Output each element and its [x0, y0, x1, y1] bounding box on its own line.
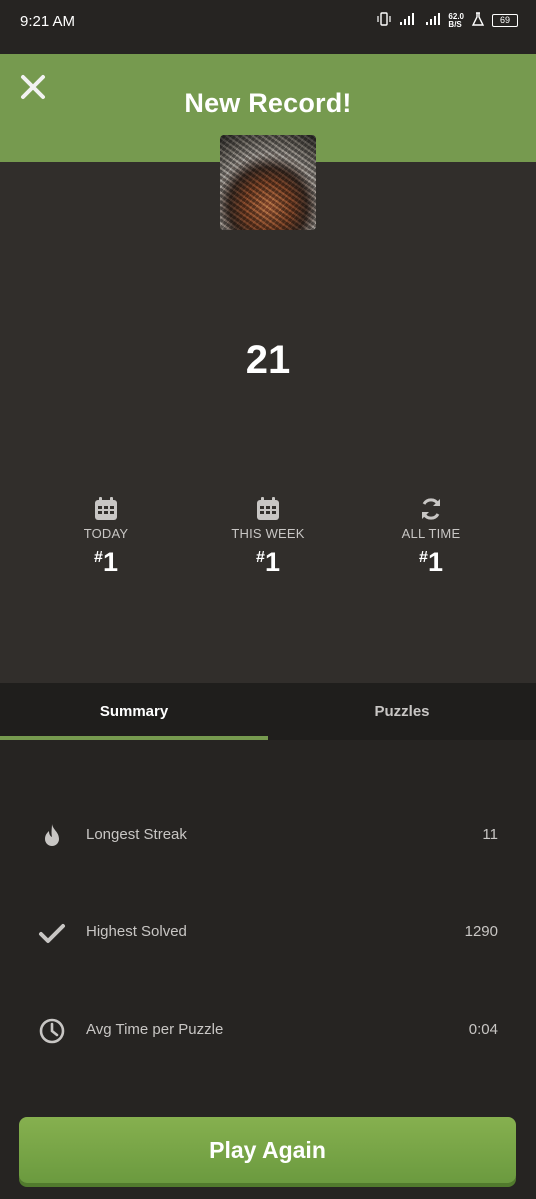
tab-summary[interactable]: Summary	[0, 683, 268, 740]
clock-icon	[39, 1018, 65, 1044]
status-time: 9:21 AM	[20, 13, 76, 30]
tab-puzzles[interactable]: Puzzles	[268, 683, 536, 740]
rank-label: THIS WEEK	[231, 526, 305, 541]
stat-value: 1290	[464, 923, 498, 940]
calendar-icon	[95, 497, 117, 520]
net-speed-unit: B/S	[448, 19, 462, 29]
rank-prefix: #	[94, 549, 103, 566]
rank-label: ALL TIME	[401, 526, 461, 541]
rank-prefix: #	[419, 549, 428, 566]
rank-prefix: #	[256, 549, 265, 566]
flask-icon	[471, 12, 485, 29]
stat-row-avg-time: Avg Time per Puzzle 0:04	[0, 1010, 536, 1050]
refresh-icon	[422, 498, 440, 520]
record-panel	[0, 162, 536, 683]
stat-label: Avg Time per Puzzle	[86, 1021, 224, 1038]
play-again-button[interactable]: Play Again	[19, 1117, 516, 1183]
check-icon	[39, 924, 65, 943]
stat-value: 11	[482, 826, 498, 843]
rank-value: #1	[361, 547, 501, 578]
battery-icon: 69	[492, 14, 518, 27]
tab-bar: Summary Puzzles	[0, 683, 536, 740]
rank-today: TODAY #1	[36, 496, 176, 578]
stat-row-highest-solved: Highest Solved 1290	[0, 912, 536, 952]
rank-value: #1	[198, 547, 338, 578]
net-speed: 62.0 B/S	[448, 12, 464, 29]
page-title: New Record!	[184, 88, 352, 118]
rank-all-time: ALL TIME #1	[361, 496, 501, 578]
status-icons: 62.0 B/S 69	[377, 12, 518, 29]
rank-number: 1	[427, 547, 443, 577]
rank-number: 1	[102, 547, 118, 577]
rank-number: 1	[264, 547, 280, 577]
signal-icon	[398, 12, 418, 29]
stat-value: 0:04	[468, 1021, 498, 1038]
avatar	[220, 135, 316, 230]
flame-icon	[45, 824, 59, 846]
rank-value: #1	[36, 547, 176, 578]
vibrate-icon	[377, 12, 392, 29]
rank-label: TODAY	[83, 526, 129, 541]
stat-label: Longest Streak	[86, 826, 187, 843]
status-bar: 9:21 AM 62.0 B/S 69	[0, 0, 536, 54]
calendar-icon	[257, 497, 279, 520]
stat-row-longest-streak: Longest Streak 11	[0, 815, 536, 855]
rank-this-week: THIS WEEK #1	[198, 496, 338, 578]
signal-icon	[425, 12, 441, 29]
stat-label: Highest Solved	[86, 923, 187, 940]
score-value: 21	[245, 338, 291, 382]
